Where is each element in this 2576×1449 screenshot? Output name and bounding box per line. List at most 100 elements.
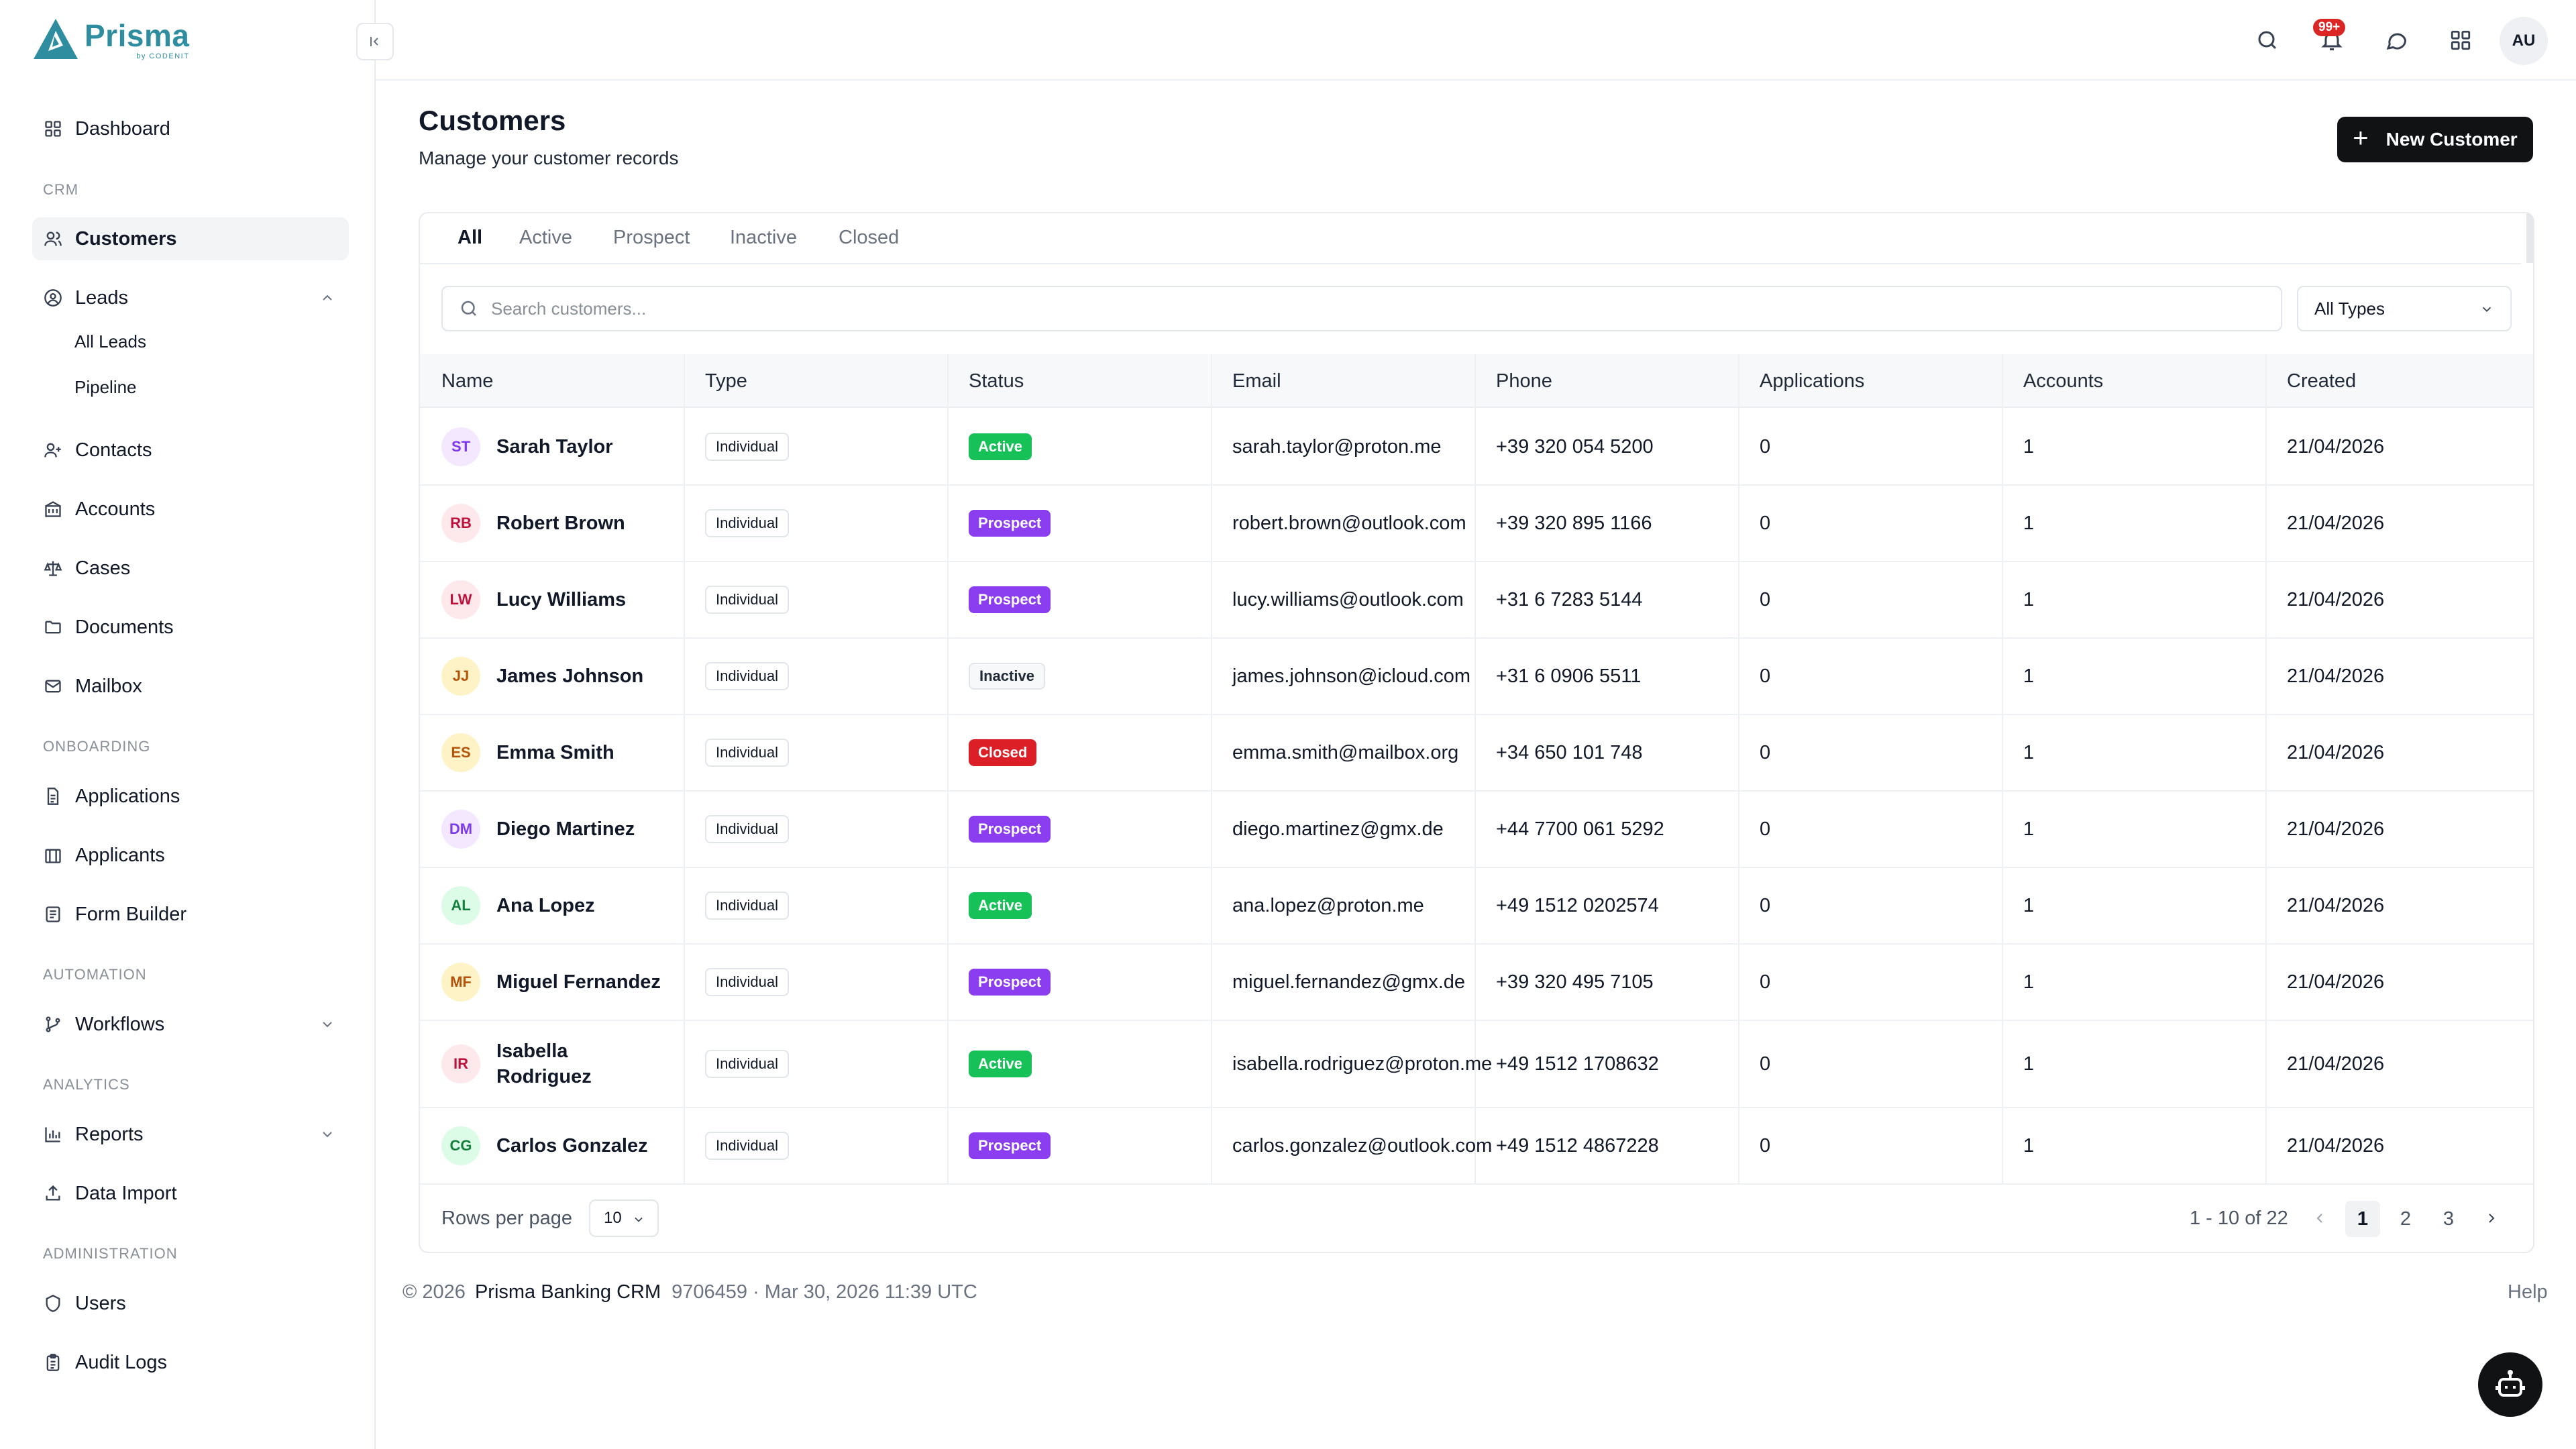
table-row[interactable]: CG Carlos Gonzalez Individual Prospect carlo… bbox=[420, 1108, 2533, 1185]
help-link[interactable]: Help bbox=[2508, 1281, 2548, 1303]
column-header-email[interactable]: Email bbox=[1232, 370, 1281, 392]
page-button-2[interactable]: 2 bbox=[2388, 1201, 2423, 1237]
cell-created: 21/04/2026 bbox=[2287, 665, 2385, 687]
column-header-status[interactable]: Status bbox=[969, 370, 1024, 392]
tab-prospect[interactable]: Prospect bbox=[613, 227, 690, 249]
app-logo[interactable]: Prisma by CODENIT bbox=[32, 17, 189, 60]
table-row[interactable]: LW Lucy Williams Individual Prospect lucy.wi… bbox=[420, 562, 2533, 639]
previous-page-button[interactable] bbox=[2305, 1202, 2334, 1234]
customer-name-link[interactable]: Isabella Rodriguez bbox=[496, 1038, 610, 1089]
sidebar-item-leads[interactable]: Leads bbox=[32, 276, 349, 319]
customer-avatar: ST bbox=[441, 427, 480, 466]
search-input[interactable] bbox=[491, 298, 2235, 319]
cell-phone: +49 1512 1708632 bbox=[1496, 1053, 1659, 1075]
messages-button[interactable] bbox=[2381, 25, 2411, 55]
table-row[interactable]: DM Diego Martinez Individual Prospect diego.… bbox=[420, 792, 2533, 868]
table-footer: Rows per page 10 1 - 10 of 22 1 2 3 bbox=[420, 1183, 2533, 1253]
sidebar-item-data-import[interactable]: Data Import bbox=[32, 1172, 349, 1215]
assistant-bot-button[interactable] bbox=[2478, 1352, 2542, 1417]
section-label-administration: ADMINISTRATION bbox=[43, 1245, 178, 1262]
sidebar-item-all-leads[interactable]: All Leads bbox=[74, 331, 146, 352]
sidebar-item-audit-logs[interactable]: Audit Logs bbox=[32, 1341, 349, 1384]
column-header-name[interactable]: Name bbox=[441, 370, 493, 392]
sidebar-item-dashboard[interactable]: Dashboard bbox=[32, 107, 349, 150]
tab-all[interactable]: All bbox=[458, 227, 482, 249]
customer-name-link[interactable]: Miguel Fernandez bbox=[496, 969, 661, 995]
cell-email: james.johnson@icloud.com bbox=[1232, 665, 1471, 687]
tab-inactive[interactable]: Inactive bbox=[730, 227, 797, 249]
sidebar-item-customers[interactable]: Customers bbox=[32, 217, 349, 260]
table-row[interactable]: RB Robert Brown Individual Prospect robert.b… bbox=[420, 486, 2533, 562]
tab-closed[interactable]: Closed bbox=[839, 227, 899, 249]
sidebar-item-pipeline[interactable]: Pipeline bbox=[74, 377, 137, 398]
customer-name-link[interactable]: Emma Smith bbox=[496, 740, 614, 765]
type-filter-select[interactable]: All Types bbox=[2297, 286, 2512, 331]
cell-phone: +49 1512 4867228 bbox=[1496, 1134, 1659, 1157]
table-row[interactable]: ES Emma Smith Individual Closed emma.smith@m… bbox=[420, 715, 2533, 792]
grid-icon bbox=[2449, 29, 2472, 52]
column-header-accounts[interactable]: Accounts bbox=[2023, 370, 2103, 392]
sidebar-item-accounts[interactable]: Accounts bbox=[32, 488, 349, 531]
cell-status: Prospect bbox=[969, 562, 1051, 637]
column-header-created[interactable]: Created bbox=[2287, 370, 2356, 392]
cell-phone: +49 1512 0202574 bbox=[1496, 894, 1659, 916]
column-header-phone[interactable]: Phone bbox=[1496, 370, 1552, 392]
clipboard-icon bbox=[43, 1352, 63, 1373]
sidebar-item-applications[interactable]: Applications bbox=[32, 775, 349, 818]
customer-name-link[interactable]: Lucy Williams bbox=[496, 587, 626, 612]
type-badge: Individual bbox=[705, 586, 789, 614]
table-row[interactable]: ST Sarah Taylor Individual Active sarah.tayl… bbox=[420, 409, 2533, 486]
table-row[interactable]: JJ James Johnson Individual Inactive james.j… bbox=[420, 639, 2533, 715]
sidebar-item-mailbox[interactable]: Mailbox bbox=[32, 665, 349, 708]
table-row[interactable]: IR Isabella Rodriguez Individual Active isab… bbox=[420, 1021, 2533, 1108]
cell-type: Individual bbox=[705, 715, 789, 790]
table-row[interactable]: MF Miguel Fernandez Individual Prospect migu… bbox=[420, 945, 2533, 1021]
customer-name-link[interactable]: Ana Lopez bbox=[496, 893, 595, 918]
sidebar-item-cases[interactable]: Cases bbox=[32, 547, 349, 590]
users-icon bbox=[43, 229, 63, 249]
sidebar-item-contacts[interactable]: Contacts bbox=[32, 429, 349, 472]
status-badge: Prospect bbox=[969, 1132, 1051, 1159]
apps-button[interactable] bbox=[2446, 25, 2475, 55]
customer-name-link[interactable]: Carlos Gonzalez bbox=[496, 1133, 648, 1159]
sidebar-item-users[interactable]: Users bbox=[32, 1282, 349, 1325]
cell-name: ES Emma Smith bbox=[441, 715, 676, 790]
page-footer: © 2026 Prisma Banking CRM 9706459 · Mar … bbox=[402, 1281, 977, 1303]
cell-created: 21/04/2026 bbox=[2287, 588, 2385, 610]
user-avatar[interactable]: AU bbox=[2500, 17, 2548, 65]
customer-name-link[interactable]: Sarah Taylor bbox=[496, 434, 613, 460]
cell-created: 21/04/2026 bbox=[2287, 435, 2385, 458]
cell-applications: 0 bbox=[1760, 894, 1771, 916]
new-customer-button[interactable]: + New Customer bbox=[2337, 117, 2533, 162]
search-button[interactable] bbox=[2253, 25, 2282, 55]
sidebar-item-label: Applicants bbox=[75, 844, 165, 866]
sidebar-item-form-builder[interactable]: Form Builder bbox=[32, 893, 349, 936]
customer-avatar: ES bbox=[441, 733, 480, 772]
cell-type: Individual bbox=[705, 1108, 789, 1183]
page-button-3[interactable]: 3 bbox=[2431, 1201, 2466, 1237]
search-field[interactable] bbox=[441, 286, 2282, 331]
tabs-scrollbar[interactable] bbox=[2526, 213, 2533, 263]
customer-name-link[interactable]: Diego Martinez bbox=[496, 816, 635, 842]
customer-avatar: CG bbox=[441, 1126, 480, 1165]
column-header-type[interactable]: Type bbox=[705, 370, 747, 392]
cell-created: 21/04/2026 bbox=[2287, 512, 2385, 534]
notification-badge: 99+ bbox=[2313, 19, 2346, 36]
sidebar-item-workflows[interactable]: Workflows bbox=[32, 1003, 349, 1046]
tab-active[interactable]: Active bbox=[519, 227, 572, 249]
logo-wordmark: Prisma bbox=[85, 18, 190, 53]
next-page-button[interactable] bbox=[2477, 1202, 2506, 1234]
sidebar-item-documents[interactable]: Documents bbox=[32, 606, 349, 649]
cell-applications: 0 bbox=[1760, 1053, 1771, 1075]
table-row[interactable]: AL Ana Lopez Individual Active ana.lopez@pro… bbox=[420, 868, 2533, 945]
cell-type: Individual bbox=[705, 562, 789, 637]
sidebar-item-applicants[interactable]: Applicants bbox=[32, 834, 349, 877]
column-header-applications[interactable]: Applications bbox=[1760, 370, 1864, 392]
top-bar bbox=[376, 0, 2576, 80]
customer-name-link[interactable]: James Johnson bbox=[496, 663, 643, 689]
rows-per-page-select[interactable]: 10 bbox=[589, 1199, 659, 1237]
page-button-1[interactable]: 1 bbox=[2345, 1201, 2380, 1237]
cell-name: JJ James Johnson bbox=[441, 639, 676, 714]
customer-name-link[interactable]: Robert Brown bbox=[496, 511, 625, 536]
sidebar-item-reports[interactable]: Reports bbox=[32, 1113, 349, 1156]
